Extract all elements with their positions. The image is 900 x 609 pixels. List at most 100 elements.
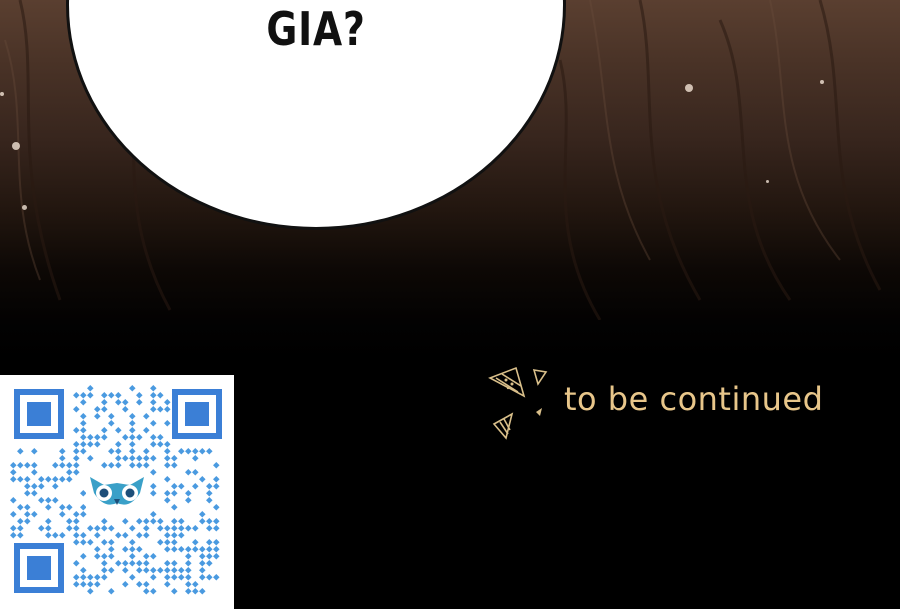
- qr-module: [59, 532, 66, 539]
- qr-module: [87, 392, 94, 399]
- qr-module: [199, 476, 206, 483]
- qr-module: [178, 518, 185, 525]
- qr-module: [73, 469, 80, 476]
- qr-module: [31, 462, 38, 469]
- qr-module: [101, 392, 108, 399]
- qr-module: [108, 413, 115, 420]
- qr-module: [31, 483, 38, 490]
- qr-module: [157, 434, 164, 441]
- qr-module: [122, 567, 129, 574]
- qr-module: [199, 518, 206, 525]
- qr-module: [178, 567, 185, 574]
- qr-module: [45, 518, 52, 525]
- qr-module: [206, 518, 213, 525]
- qr-module: [150, 518, 157, 525]
- qr-module: [157, 525, 164, 532]
- qr-module: [206, 483, 213, 490]
- qr-module: [213, 504, 220, 511]
- qr-module: [136, 518, 143, 525]
- qr-module: [178, 574, 185, 581]
- qr-module: [171, 567, 178, 574]
- qr-module: [38, 525, 45, 532]
- qr-module: [52, 462, 59, 469]
- qr-module: [10, 511, 17, 518]
- qr-module: [52, 532, 59, 539]
- qr-module: [206, 490, 213, 497]
- qr-module: [129, 462, 136, 469]
- qr-module: [164, 532, 171, 539]
- qr-module: [206, 546, 213, 553]
- qr-module: [185, 560, 192, 567]
- qr-module: [136, 455, 143, 462]
- qr-module: [115, 448, 122, 455]
- qr-module: [171, 560, 178, 567]
- qr-module: [150, 511, 157, 518]
- qr-module: [136, 462, 143, 469]
- qr-module: [80, 504, 87, 511]
- qr-module: [164, 546, 171, 553]
- qr-module: [10, 462, 17, 469]
- qr-module: [206, 448, 213, 455]
- qr-module: [87, 441, 94, 448]
- qr-module: [17, 448, 24, 455]
- qr-module: [73, 392, 80, 399]
- qr-module: [45, 476, 52, 483]
- qr-module: [171, 539, 178, 546]
- qr-module: [206, 553, 213, 560]
- qr-module: [150, 483, 157, 490]
- qr-module: [101, 462, 108, 469]
- qr-module: [178, 532, 185, 539]
- to-be-continued-text: to be continued: [564, 380, 824, 418]
- qr-module: [45, 532, 52, 539]
- qr-module: [87, 588, 94, 595]
- qr-module: [66, 504, 73, 511]
- qr-module: [150, 455, 157, 462]
- qr-module: [94, 406, 101, 413]
- qr-module: [80, 399, 87, 406]
- qr-module: [59, 511, 66, 518]
- qr-module: [164, 399, 171, 406]
- qr-module: [73, 532, 80, 539]
- qr-module: [115, 560, 122, 567]
- qr-module: [199, 560, 206, 567]
- qr-module: [73, 441, 80, 448]
- qr-module: [73, 427, 80, 434]
- qr-module: [94, 441, 101, 448]
- qr-module: [101, 525, 108, 532]
- qr-module: [171, 574, 178, 581]
- qr-module: [59, 448, 66, 455]
- qr-module: [150, 434, 157, 441]
- qr-module: [164, 539, 171, 546]
- qr-code[interactable]: [0, 375, 234, 609]
- qr-module: [199, 546, 206, 553]
- qr-module: [122, 406, 129, 413]
- qr-module: [164, 462, 171, 469]
- qr-module: [192, 588, 199, 595]
- qr-module: [206, 560, 213, 567]
- qr-module: [17, 518, 24, 525]
- qr-module: [73, 511, 80, 518]
- qr-module: [157, 406, 164, 413]
- qr-module: [164, 574, 171, 581]
- qr-module: [94, 525, 101, 532]
- qr-module: [192, 525, 199, 532]
- qr-module: [213, 483, 220, 490]
- qr-module: [136, 546, 143, 553]
- qr-module: [185, 553, 192, 560]
- qr-module: [178, 546, 185, 553]
- qr-module: [108, 539, 115, 546]
- qr-module: [73, 581, 80, 588]
- qr-module: [73, 525, 80, 532]
- qr-module: [66, 462, 73, 469]
- qr-module: [122, 434, 129, 441]
- qr-module: [101, 553, 108, 560]
- sparkle: [766, 180, 769, 183]
- qr-module: [185, 574, 192, 581]
- qr-module: [115, 399, 122, 406]
- qr-module: [164, 581, 171, 588]
- qr-module: [24, 483, 31, 490]
- qr-module: [136, 392, 143, 399]
- qr-module: [108, 392, 115, 399]
- qr-module: [192, 483, 199, 490]
- qr-module: [101, 427, 108, 434]
